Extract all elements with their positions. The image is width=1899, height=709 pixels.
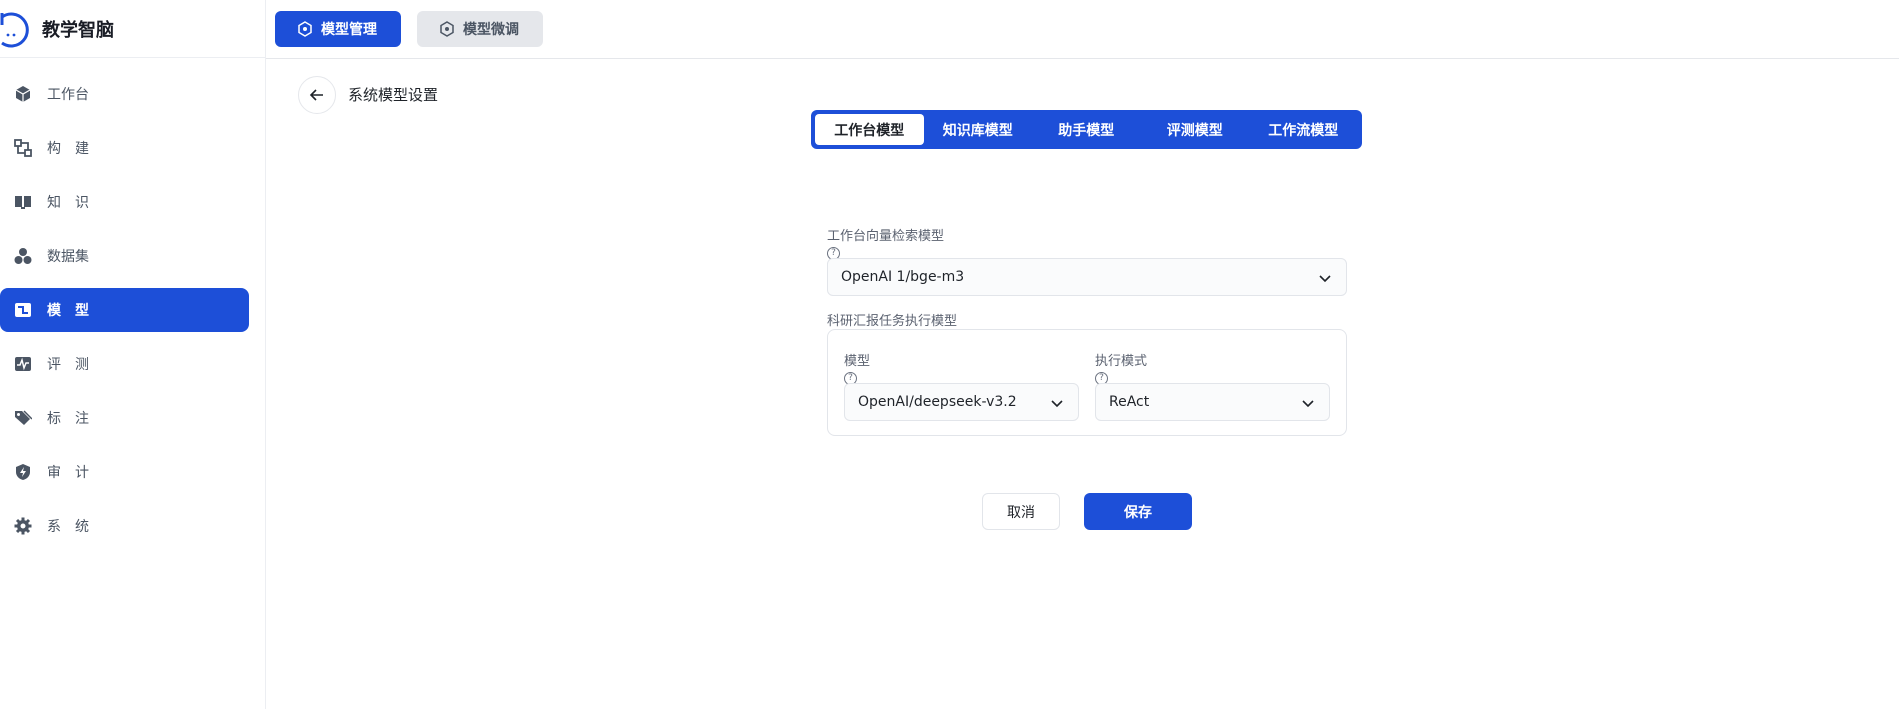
- pulse-chart-icon: [13, 354, 33, 374]
- cube-icon: [13, 84, 33, 104]
- tab-model-finetune[interactable]: 模型微调: [417, 11, 543, 47]
- tab-label: 模型管理: [321, 22, 377, 38]
- sidebar-item-label: 知识: [47, 195, 103, 211]
- brand: 教学智脑: [0, 0, 265, 58]
- sidebar-item-label: 工作台: [47, 87, 89, 103]
- sidebar-item-label: 审计: [47, 465, 103, 481]
- task-model-select[interactable]: OpenAI/deepseek-v3.2: [844, 383, 1079, 421]
- select-value: OpenAI 1/bge-m3: [841, 269, 965, 285]
- tab-workbench-model[interactable]: 工作台模型: [815, 114, 924, 145]
- tab-model-management[interactable]: 模型管理: [275, 11, 401, 47]
- tag-icon: [13, 408, 33, 428]
- save-button[interactable]: 保存: [1084, 493, 1192, 530]
- arrow-left-icon: [309, 89, 323, 101]
- tab-workflow-model[interactable]: 工作流模型: [1249, 114, 1358, 145]
- model-label: 模型: [844, 354, 871, 369]
- sidebar-item-label: 数据集: [47, 249, 89, 265]
- chevron-down-icon: [1319, 275, 1331, 283]
- sidebar-item-annotation[interactable]: 标注: [0, 396, 249, 440]
- dataset-circles-icon: [13, 246, 33, 266]
- tab-assistant-model[interactable]: 助手模型: [1032, 114, 1141, 145]
- tab-evaluation-model[interactable]: 评测模型: [1141, 114, 1250, 145]
- book-icon: [13, 192, 33, 212]
- page-title: 系统模型设置: [348, 86, 439, 104]
- sidebar: 教学智脑 工作台 构建 知识 数据集 模型 评测 标注 审计 系统: [0, 0, 266, 709]
- cancel-button[interactable]: 取消: [982, 493, 1060, 530]
- sidebar-item-label: 模型: [47, 303, 103, 319]
- hexagon-icon: [297, 21, 313, 37]
- sidebar-item-evaluation[interactable]: 评测: [0, 342, 249, 386]
- sidebar-item-knowledge[interactable]: 知识: [0, 180, 249, 224]
- sidebar-item-dataset[interactable]: 数据集: [0, 234, 249, 278]
- app-title: 教学智脑: [42, 19, 114, 41]
- sidebar-item-audit[interactable]: 审计: [0, 450, 249, 494]
- sidebar-nav: 工作台 构建 知识 数据集 模型 评测 标注 审计 系统: [0, 58, 265, 548]
- chevron-down-icon: [1302, 400, 1314, 408]
- top-bar: 模型管理 模型微调: [266, 0, 1899, 59]
- model-icon: [13, 300, 33, 320]
- gear-icon: [13, 516, 33, 536]
- sidebar-item-model[interactable]: 模型: [0, 288, 249, 332]
- select-value: ReAct: [1109, 394, 1150, 410]
- shield-bolt-icon: [13, 462, 33, 482]
- vector-model-select[interactable]: OpenAI 1/bge-m3: [827, 258, 1347, 296]
- tab-knowledge-model[interactable]: 知识库模型: [924, 114, 1033, 145]
- sidebar-item-label: 标注: [47, 411, 103, 427]
- brand-logo-icon: [0, 12, 29, 47]
- model-type-tabs: 工作台模型 知识库模型 助手模型 评测模型 工作流模型: [811, 110, 1362, 149]
- sidebar-item-build[interactable]: 构建: [0, 126, 249, 170]
- tab-label: 模型微调: [463, 22, 519, 38]
- report-task-label: 科研汇报任务执行模型: [827, 314, 958, 329]
- sidebar-item-system[interactable]: 系统: [0, 504, 249, 548]
- vector-model-label: 工作台向量检索模型: [827, 229, 945, 244]
- sidebar-item-label: 评测: [47, 357, 103, 373]
- hexagon-icon: [439, 21, 455, 37]
- build-flow-icon: [13, 138, 33, 158]
- sidebar-item-workbench[interactable]: 工作台: [0, 72, 249, 116]
- select-value: OpenAI/deepseek-v3.2: [858, 394, 1017, 410]
- chevron-down-icon: [1051, 400, 1063, 408]
- execution-mode-label: 执行模式: [1095, 354, 1148, 369]
- back-button[interactable]: [298, 76, 336, 114]
- execution-mode-select[interactable]: ReAct: [1095, 383, 1330, 421]
- sidebar-item-label: 系统: [47, 519, 103, 535]
- sidebar-item-label: 构建: [47, 141, 103, 157]
